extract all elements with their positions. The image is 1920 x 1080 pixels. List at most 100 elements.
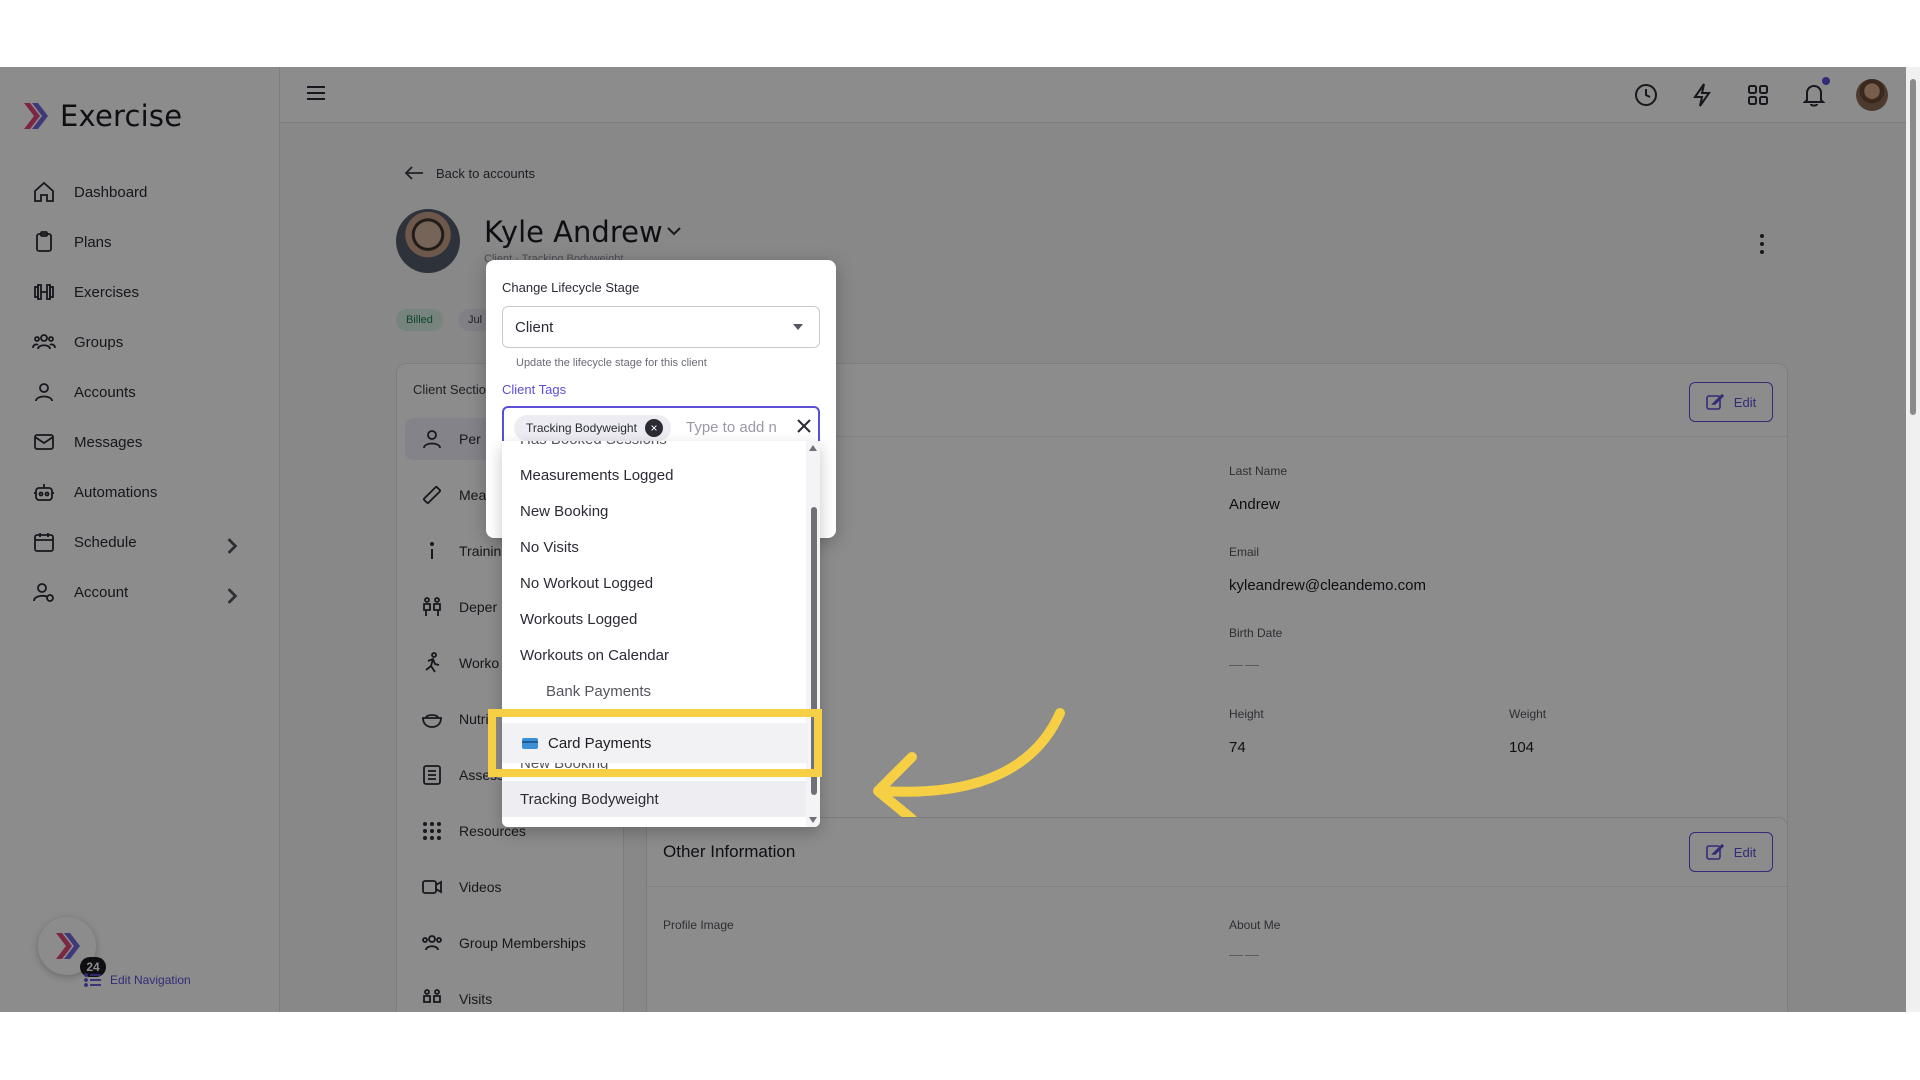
back-to-accounts-link[interactable]: Back to accounts — [404, 165, 535, 181]
chevron-down-icon[interactable] — [666, 225, 682, 237]
section-item-group-memberships[interactable]: Group Memberships — [405, 922, 615, 964]
users-icon — [422, 935, 442, 951]
remove-tag-icon[interactable]: × — [644, 419, 663, 437]
sidebar-item-messages[interactable]: Messages — [0, 417, 280, 467]
edit-icon — [1705, 843, 1724, 860]
weight-value: 104 — [1509, 739, 1535, 756]
dropdown-option[interactable]: No Visits — [502, 529, 806, 565]
running-icon — [425, 652, 440, 673]
dropdown-option[interactable]: Has Booked Sessions — [502, 441, 806, 457]
help-widget[interactable]: 24 — [38, 917, 106, 977]
section-item-label: Group Memberships — [459, 935, 586, 951]
dropdown-option[interactable]: No Workout Logged — [502, 565, 806, 601]
sidebar-item-automations[interactable]: Automations — [0, 467, 280, 517]
sidebar-item-label: Messages — [74, 433, 143, 451]
sidebar-item-label: Automations — [74, 483, 158, 501]
client-tags-label: Client Tags — [502, 382, 567, 397]
scroll-up-icon[interactable] — [809, 445, 817, 451]
card-payments-option[interactable]: Card Payments — [502, 723, 808, 763]
status-badge: Billed — [396, 309, 443, 331]
sidebar-item-plans[interactable]: Plans — [0, 217, 280, 267]
sidebar-item-label: Plans — [74, 233, 112, 251]
dropdown-option[interactable]: Bank Payments — [502, 673, 806, 709]
bowl-icon — [422, 714, 442, 728]
email-label: Email — [1229, 545, 1260, 559]
dropdown-option-selected[interactable]: Tracking Bodyweight — [502, 781, 806, 817]
sidebar-item-account[interactable]: Account — [0, 567, 280, 617]
topbar — [280, 67, 1906, 123]
more-options-icon[interactable] — [1758, 233, 1766, 255]
mail-icon — [34, 434, 54, 450]
bell-icon[interactable] — [1800, 81, 1828, 109]
app-window: Exercise Dashboard Plans Exercises Group… — [0, 67, 1920, 1012]
dropdown-option[interactable]: Measurements Logged — [502, 457, 806, 493]
section-item-label: Deper — [459, 599, 498, 615]
grid-dots-icon — [423, 822, 441, 840]
video-icon — [422, 880, 442, 894]
section-item-videos[interactable]: Videos — [405, 866, 615, 908]
sidebar-item-label: Exercises — [74, 283, 140, 301]
dropdown-option[interactable]: Workouts Logged — [502, 601, 806, 637]
people-icon — [423, 989, 441, 1003]
users-icon — [32, 334, 56, 350]
tag-chip-label: Tracking Bodyweight — [526, 421, 637, 435]
bolt-icon[interactable] — [1688, 81, 1716, 109]
logo-icon — [56, 933, 80, 959]
sidebar-item-accounts[interactable]: Accounts — [0, 367, 280, 417]
scroll-down-icon[interactable] — [809, 817, 817, 823]
caret-down-icon — [793, 324, 803, 330]
grid-icon[interactable] — [1744, 81, 1772, 109]
sidebar-item-label: Schedule — [74, 533, 137, 551]
weight-label: Weight — [1509, 707, 1547, 721]
callout-arrow-icon — [873, 708, 1065, 817]
user-icon — [423, 430, 441, 449]
sidebar-nav: Dashboard Plans Exercises Groups Account… — [0, 167, 280, 617]
clear-icon[interactable] — [796, 418, 812, 434]
family-icon — [423, 597, 441, 616]
sidebar-item-groups[interactable]: Groups — [0, 317, 280, 367]
edit-label: Edit — [1733, 844, 1757, 860]
edit-other-info-button[interactable]: Edit — [1689, 832, 1773, 872]
divider — [647, 886, 1789, 887]
lifecycle-label: Change Lifecycle Stage — [502, 280, 640, 295]
hamburger-menu-icon[interactable] — [306, 83, 326, 103]
sidebar-item-label: Accounts — [74, 383, 136, 401]
chevron-right-icon — [227, 588, 238, 604]
page-scrollbar[interactable] — [1906, 67, 1920, 1012]
dropdown-option[interactable]: New Booking — [502, 493, 806, 529]
profile-avatar — [396, 209, 460, 273]
section-item-visits[interactable]: Visits — [405, 978, 615, 1012]
sidebar-item-dashboard[interactable]: Dashboard — [0, 167, 280, 217]
last-name-value: Andrew — [1229, 496, 1280, 513]
dropdown-option[interactable]: Workouts on Calendar — [502, 637, 806, 673]
lifecycle-select-value: Client — [515, 318, 554, 336]
section-item-label: Per — [459, 431, 481, 447]
last-name-label: Last Name — [1229, 464, 1288, 478]
sidebar-item-label: Account — [74, 583, 129, 601]
sidebar-item-exercises[interactable]: Exercises — [0, 267, 280, 317]
section-item-label: Worko — [459, 655, 500, 671]
sidebar-item-schedule[interactable]: Schedule — [0, 517, 280, 567]
sidebar-item-label: Dashboard — [74, 183, 148, 201]
edit-navigation-label: Edit Navigation — [110, 973, 191, 987]
lifecycle-select[interactable]: Client — [502, 306, 820, 348]
avatar[interactable] — [1856, 79, 1888, 111]
sidebar: Exercise Dashboard Plans Exercises Group… — [0, 67, 280, 1012]
user-gear-icon — [33, 583, 54, 602]
tags-placeholder[interactable]: Type to add n — [686, 419, 782, 436]
home-icon — [34, 181, 54, 202]
brand-name: Exercise — [60, 99, 183, 133]
scrollbar-thumb[interactable] — [1910, 79, 1916, 415]
edit-navigation-link[interactable]: Edit Navigation — [84, 972, 191, 988]
profile-image-label: Profile Image — [663, 918, 734, 932]
history-icon[interactable] — [1632, 81, 1660, 109]
lifecycle-helper-text: Update the lifecycle stage for this clie… — [516, 357, 707, 369]
card-payments-label: Card Payments — [548, 734, 652, 752]
dumbbell-icon — [34, 284, 54, 300]
brand[interactable]: Exercise — [20, 99, 182, 133]
other-info-title: Other Information — [663, 842, 796, 861]
edit-label: Edit — [1733, 394, 1757, 410]
page-title: Kyle Andrew — [484, 215, 663, 249]
calendar-icon — [34, 533, 54, 552]
edit-details-button[interactable]: Edit — [1689, 382, 1773, 422]
